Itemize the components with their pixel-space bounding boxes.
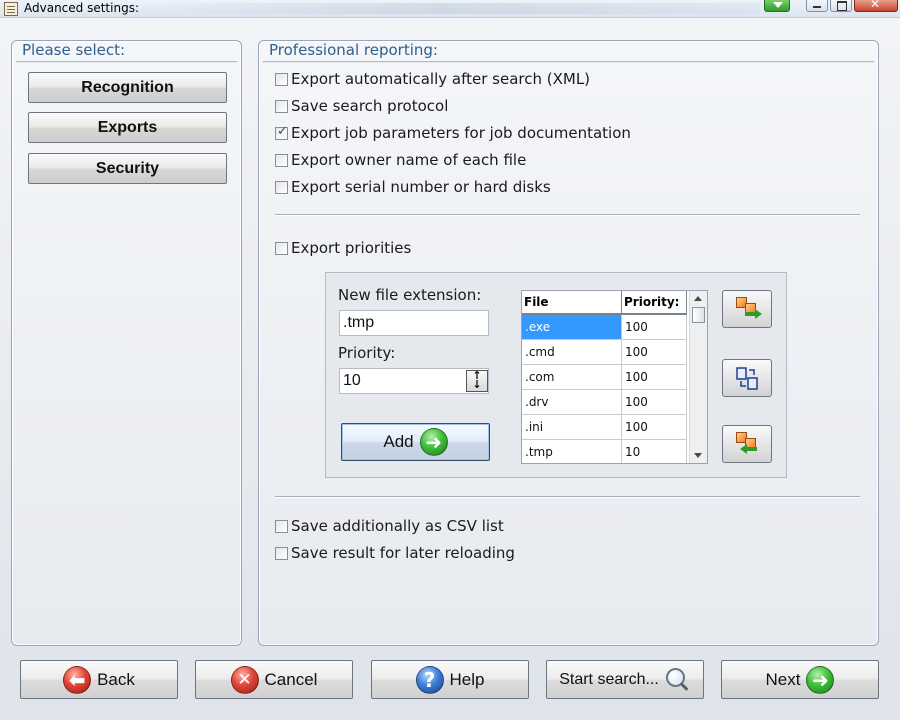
option-export-priorities[interactable]: Export priorities: [275, 238, 411, 258]
title-bar: Advanced settings:: [0, 0, 900, 18]
option-save-result[interactable]: Save result for later reloading: [275, 543, 515, 563]
help-question-icon: ?: [415, 665, 444, 694]
cell-priority: 100: [622, 415, 687, 439]
cell-extension: .cmd: [522, 340, 622, 364]
add-label: Add: [383, 432, 414, 451]
scroll-up-icon[interactable]: [694, 296, 702, 301]
cell-priority: 100: [622, 340, 687, 364]
help-label: Help: [449, 669, 485, 689]
cell-priority: 100: [622, 315, 687, 339]
new-extension-input[interactable]: .tmp: [339, 310, 489, 336]
checkbox[interactable]: [275, 546, 288, 560]
table-row[interactable]: .tmp 10: [522, 440, 687, 463]
back-button[interactable]: ⬅ Back: [20, 660, 178, 699]
checkbox[interactable]: [275, 72, 288, 86]
cell-extension: .tmp: [522, 440, 622, 463]
title-underline: [16, 61, 237, 63]
copy-list-button[interactable]: [722, 359, 772, 397]
cancel-x-icon: ✕: [230, 665, 259, 694]
scroll-thumb[interactable]: [692, 307, 705, 323]
checkbox[interactable]: [275, 519, 288, 533]
checkbox[interactable]: [275, 99, 288, 113]
table-row[interactable]: .drv 100: [522, 390, 687, 415]
selection-panel: Please select: Recognition Exports Secur…: [11, 40, 242, 646]
option-label: Export job parameters for job documentat…: [291, 124, 631, 142]
checkbox[interactable]: [275, 241, 288, 255]
cancel-label: Cancel: [264, 669, 318, 689]
option-save-csv[interactable]: Save additionally as CSV list: [275, 516, 504, 536]
table-row[interactable]: .exe 100: [522, 315, 687, 340]
cell-priority: 100: [622, 390, 687, 414]
cancel-button[interactable]: ✕ Cancel: [195, 660, 353, 699]
new-extension-label: New file extension:: [338, 286, 482, 304]
separator: [275, 496, 860, 498]
scroll-down-icon[interactable]: [694, 453, 702, 458]
option-export-serial-number[interactable]: Export serial number or hard disks: [275, 177, 551, 197]
professional-reporting-panel: Professional reporting: Export automatic…: [258, 40, 879, 646]
reporting-panel-title: Professional reporting:: [269, 41, 438, 59]
option-save-search-protocol[interactable]: Save search protocol: [275, 96, 448, 116]
table-scrollbar[interactable]: [689, 291, 707, 463]
priority-spin-button[interactable]: ↑ ↓: [466, 370, 488, 392]
arrow-right-icon: ➜: [419, 428, 448, 456]
option-export-job-parameters[interactable]: Export job parameters for job documentat…: [275, 123, 631, 143]
priority-label: Priority:: [338, 344, 396, 362]
maximize-button[interactable]: [830, 0, 852, 12]
table-row[interactable]: .cmd 100: [522, 340, 687, 365]
start-search-label: Start search...: [559, 670, 659, 688]
copy-files-icon: [736, 367, 758, 390]
option-label: Save result for later reloading: [291, 544, 515, 562]
option-label: Export priorities: [291, 239, 412, 257]
option-label: Save search protocol: [291, 97, 449, 115]
selection-panel-title: Please select:: [22, 41, 126, 59]
cell-extension: .exe: [522, 315, 622, 339]
title-underline: [263, 61, 874, 63]
import-list-button[interactable]: [722, 425, 772, 463]
cell-extension: .ini: [522, 415, 622, 439]
next-label: Next: [765, 669, 801, 689]
arrow-right-icon: ➜: [806, 665, 835, 694]
close-button[interactable]: [854, 0, 898, 12]
help-button[interactable]: ? Help: [371, 660, 529, 699]
priorities-panel: New file extension: .tmp Priority: 10 ↑ ↓…: [325, 272, 787, 478]
checkbox-checked[interactable]: [275, 124, 288, 140]
cell-priority: 10: [622, 440, 687, 463]
column-header-extension[interactable]: File extension:: [522, 291, 622, 332]
priority-table: File extension: Priority: .exe 100 .cmd …: [521, 290, 708, 464]
magnifier-icon: [665, 667, 691, 693]
recognition-button[interactable]: Recognition: [28, 72, 227, 103]
background-window-ghost: [120, 3, 760, 14]
arrow-left-icon: ⬅: [63, 665, 92, 694]
app-icon: [4, 2, 18, 16]
option-label: Export serial number or hard disks: [291, 178, 551, 196]
checkbox[interactable]: [275, 180, 288, 194]
cell-extension: .drv: [522, 390, 622, 414]
exports-button[interactable]: Exports: [28, 112, 227, 143]
column-header-priority[interactable]: Priority:: [622, 291, 687, 313]
start-search-button[interactable]: Start search...: [546, 660, 704, 699]
option-label: Export automatically after search (XML): [291, 70, 591, 88]
cell-priority: 100: [622, 365, 687, 389]
checkbox[interactable]: [275, 153, 288, 167]
security-button[interactable]: Security: [28, 153, 227, 184]
option-export-owner-name[interactable]: Export owner name of each file: [275, 150, 526, 170]
option-label: Export owner name of each file: [291, 151, 527, 169]
table-header: File extension: Priority:: [522, 291, 687, 332]
export-list-button[interactable]: [722, 290, 772, 328]
separator: [275, 214, 860, 216]
update-download-icon[interactable]: [764, 0, 790, 12]
table-row[interactable]: .ini 100: [522, 415, 687, 440]
option-export-automatically[interactable]: Export automatically after search (XML): [275, 69, 590, 89]
next-button[interactable]: Next ➜: [721, 660, 879, 699]
minimize-button[interactable]: [806, 0, 828, 12]
option-label: Save additionally as CSV list: [291, 517, 504, 535]
cell-extension: .com: [522, 365, 622, 389]
add-button[interactable]: Add ➜: [341, 423, 490, 461]
back-label: Back: [97, 669, 135, 689]
table-row[interactable]: .com 100: [522, 365, 687, 390]
